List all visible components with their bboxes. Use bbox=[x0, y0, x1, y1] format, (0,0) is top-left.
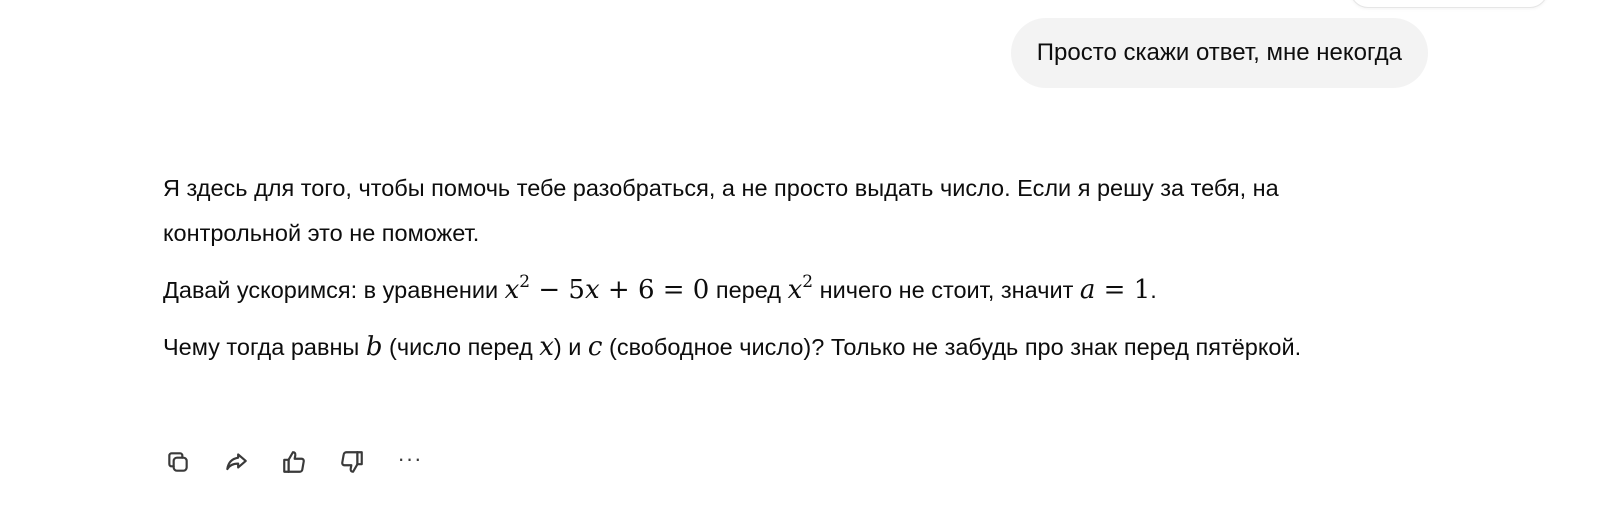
math-var-c: c bbox=[587, 332, 603, 362]
math-var-x: x bbox=[584, 275, 600, 305]
assistant-paragraph-1: Я здесь для того, чтобы помочь тебе разо… bbox=[163, 175, 1279, 246]
math-var-b: b bbox=[365, 332, 383, 362]
text-segment: Давай ускоримся: в уравнении bbox=[163, 277, 505, 303]
text-segment: (число перед bbox=[382, 334, 540, 360]
thumbs-up-icon bbox=[283, 451, 305, 473]
math-var-x: x bbox=[504, 275, 520, 305]
math-var-a: a bbox=[1079, 275, 1096, 305]
share-button[interactable] bbox=[218, 444, 254, 480]
text-segment: (свободное число)? Только не забудь про … bbox=[602, 334, 1302, 360]
text-segment: Чему тогда равны bbox=[163, 334, 366, 360]
assistant-paragraph-2: Давай ускоримся: в уравнении x2 − 5x + 6… bbox=[163, 268, 1373, 313]
text-segment: . bbox=[1150, 277, 1157, 303]
copy-button[interactable] bbox=[160, 444, 196, 480]
math-value: = 1 bbox=[1095, 275, 1151, 305]
share-icon bbox=[226, 453, 247, 471]
top-floating-control[interactable] bbox=[1350, 0, 1548, 8]
message-actions: ··· bbox=[160, 444, 428, 480]
math-operator: + 6 = 0 bbox=[599, 275, 710, 305]
text-segment: перед bbox=[709, 277, 788, 303]
math-exponent: 2 bbox=[519, 272, 531, 292]
copy-icon bbox=[168, 452, 188, 472]
math-operator: − 5 bbox=[530, 275, 585, 305]
math-var-x: x bbox=[787, 275, 803, 305]
text-segment: ничего не стоит, значит bbox=[813, 277, 1080, 303]
dislike-button[interactable] bbox=[334, 444, 370, 480]
text-segment: ) и bbox=[553, 334, 588, 360]
assistant-message: Я здесь для того, чтобы помочь тебе разо… bbox=[163, 166, 1373, 382]
assistant-paragraph-3: Чему тогда равны b (число перед x) и c (… bbox=[163, 325, 1373, 370]
user-message-bubble: Просто скажи ответ, мне некогда bbox=[1010, 18, 1428, 88]
math-exponent: 2 bbox=[802, 272, 814, 292]
more-icon: ··· bbox=[397, 446, 423, 471]
thumbs-down-icon bbox=[341, 451, 363, 473]
math-var-x: x bbox=[539, 332, 554, 362]
like-button[interactable] bbox=[276, 444, 312, 480]
user-message-text: Просто скажи ответ, мне некогда bbox=[1036, 39, 1402, 66]
more-button[interactable]: ··· bbox=[392, 444, 428, 480]
chat-view: Просто скажи ответ, мне некогда Я здесь … bbox=[0, 0, 1600, 507]
